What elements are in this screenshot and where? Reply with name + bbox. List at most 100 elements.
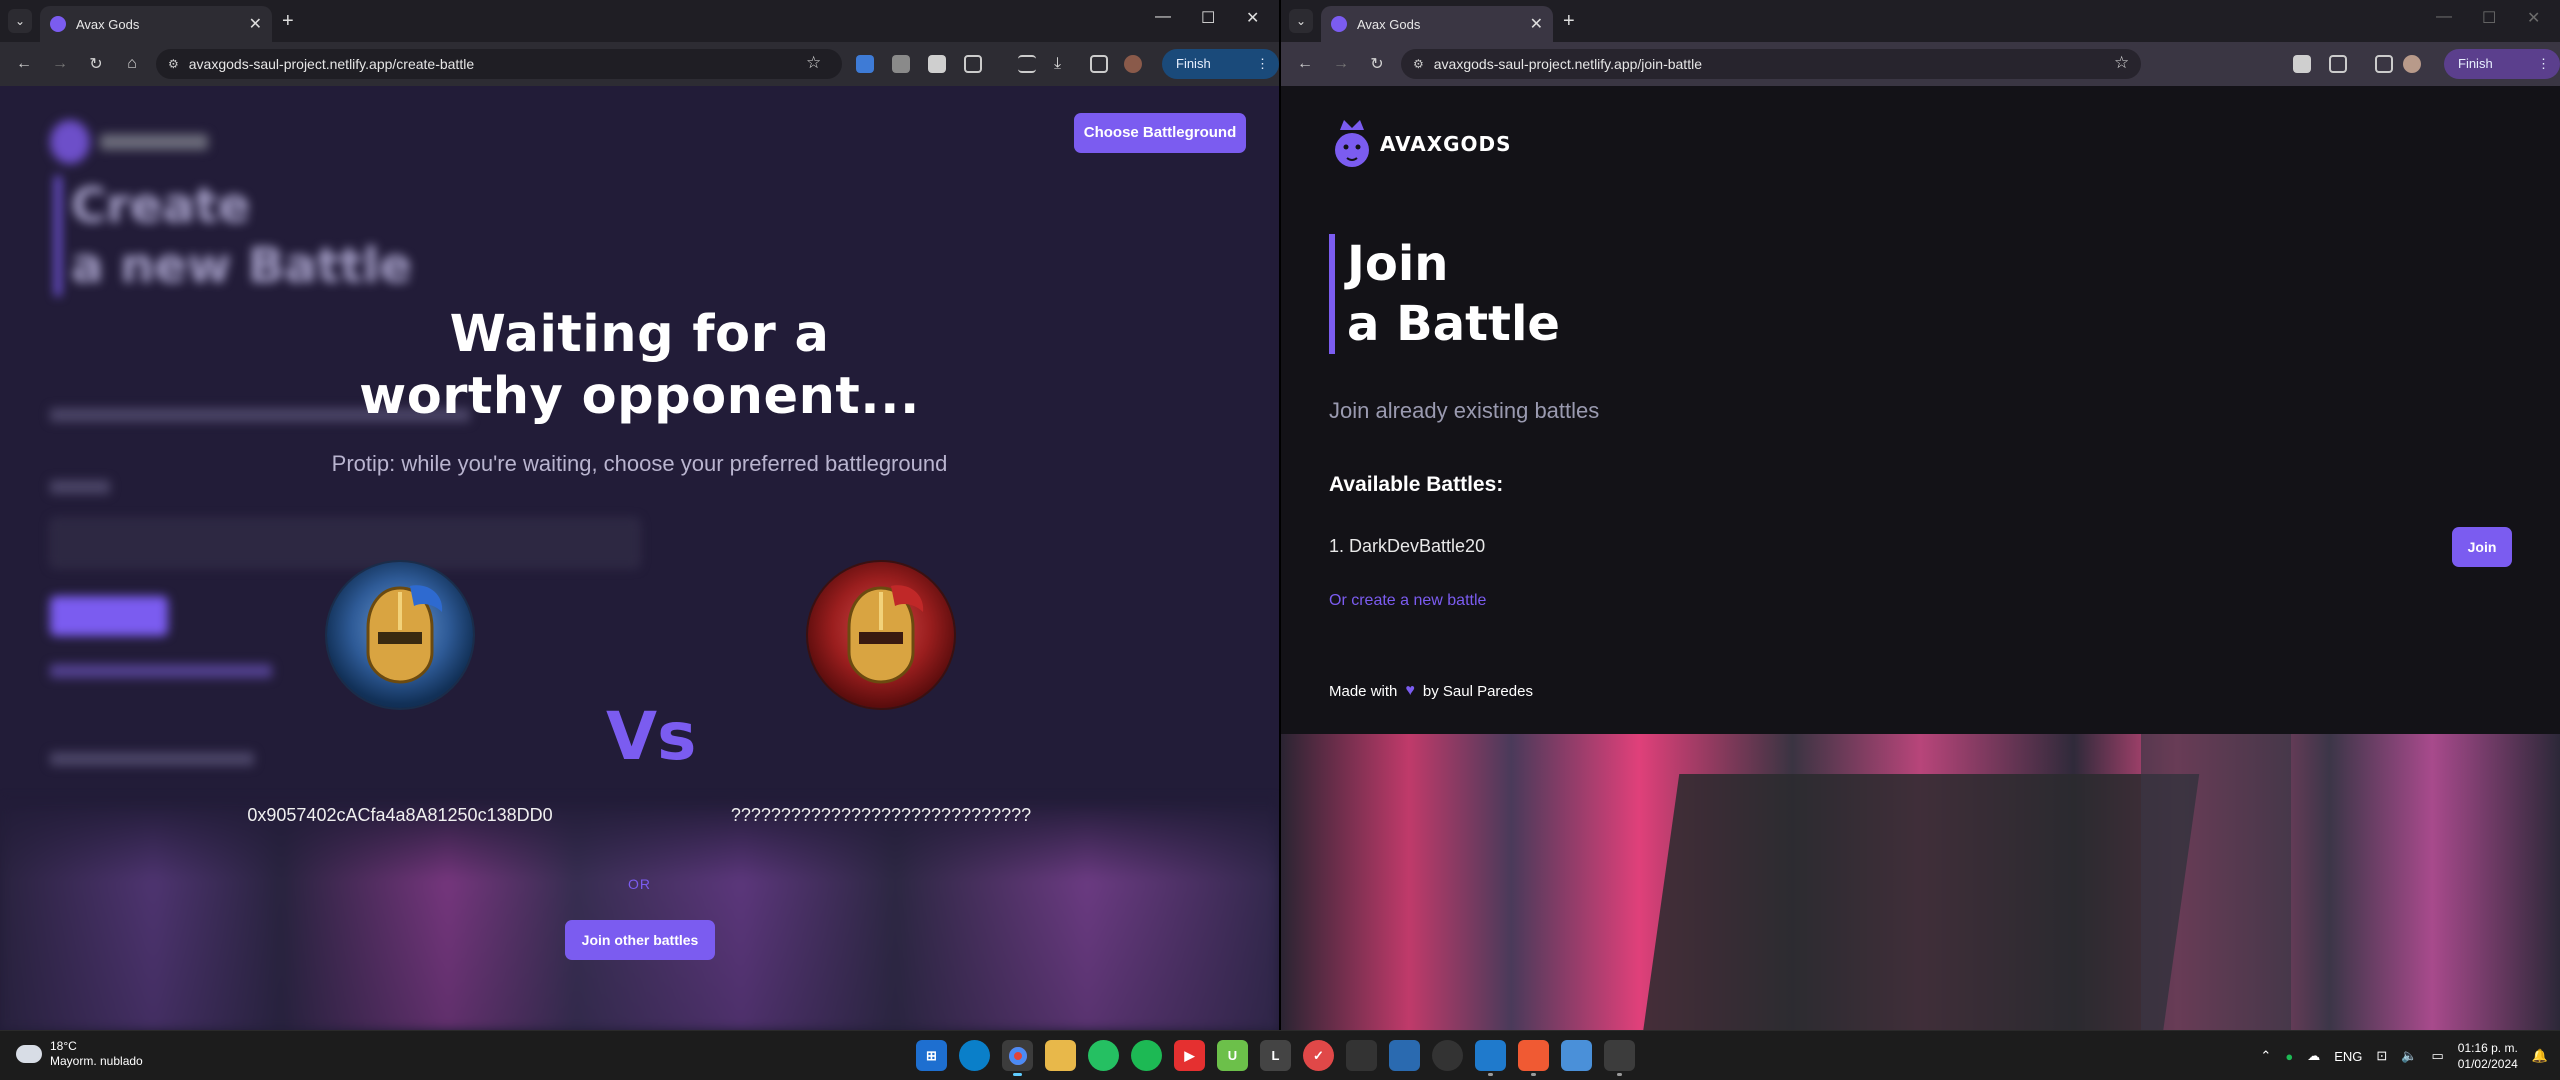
network-icon[interactable]: ⊡: [2376, 1048, 2387, 1064]
whatsapp-icon[interactable]: [1088, 1040, 1119, 1071]
side-panel-icon[interactable]: [2375, 55, 2393, 73]
battery-icon[interactable]: ▭: [2431, 1048, 2443, 1064]
new-tab-icon[interactable]: +: [1563, 10, 1575, 33]
blurred-footer: [50, 752, 254, 766]
blurred-input: [50, 518, 640, 568]
speedometer-icon[interactable]: [1432, 1040, 1463, 1071]
side-panel-icon[interactable]: [1090, 55, 1108, 73]
waiting-title-line2: worthy opponent...: [359, 367, 920, 426]
tab-bar: ⌄ Avax Gods ✕ + — ☐ ✕: [1281, 0, 2560, 42]
address-bar[interactable]: ⚙ avaxgods-saul-project.netlify.app/join…: [1401, 49, 2141, 79]
minimize-icon[interactable]: —: [1155, 8, 1171, 26]
page-viewport: Create a new Battle Choose Battleground …: [0, 86, 1279, 1030]
notification-bell-icon[interactable]: 🔔: [2532, 1048, 2548, 1064]
sublime-icon[interactable]: [1346, 1040, 1377, 1071]
notepad-icon[interactable]: [1561, 1040, 1592, 1071]
tab-search-icon[interactable]: ⌄: [1289, 9, 1313, 33]
app-icon[interactable]: [1389, 1040, 1420, 1071]
chevron-up-icon[interactable]: ⌃: [2260, 1048, 2271, 1064]
vscode-icon[interactable]: [1475, 1040, 1506, 1076]
versus-label: Vs: [606, 698, 697, 775]
spotify-icon[interactable]: [1131, 1040, 1162, 1071]
maximize-icon[interactable]: ☐: [2482, 8, 2496, 28]
finish-update-button[interactable]: Finish update ⋮: [1162, 49, 1279, 101]
new-tab-icon[interactable]: +: [282, 10, 294, 33]
profile-avatar[interactable]: [1124, 55, 1142, 73]
close-tab-icon[interactable]: ✕: [249, 14, 262, 34]
chrome-profile-icon[interactable]: [1604, 1040, 1635, 1076]
todoist-icon[interactable]: ✓: [1303, 1040, 1334, 1071]
app-l-icon[interactable]: L: [1260, 1040, 1291, 1071]
minimize-icon[interactable]: —: [2436, 8, 2452, 26]
lion-crown-logo-icon: [1335, 120, 1369, 167]
menu-dots-icon: ⋮: [2537, 56, 2550, 71]
browser-window-right: ⌄ Avax Gods ✕ + — ☐ ✕ ← → ↻ ⚙ avaxgods-s…: [1281, 0, 2560, 1030]
tab-avax-gods[interactable]: Avax Gods ✕: [40, 6, 272, 42]
forward-icon[interactable]: →: [42, 55, 78, 73]
address-bar[interactable]: ⚙ avaxgods-saul-project.netlify.app/crea…: [156, 49, 842, 79]
maximize-icon[interactable]: ☐: [1201, 8, 1215, 28]
taskbar: 18°C Mayorm. nublado ⊞ ▶ U L ✓ ⌃ ● ☁ ENG…: [0, 1030, 2560, 1080]
chrome-icon[interactable]: [1002, 1040, 1033, 1076]
tab-title: Avax Gods: [1357, 16, 1421, 32]
heart-icon: ♥: [1405, 682, 1415, 699]
tab-search-icon[interactable]: ⌄: [8, 9, 32, 33]
knight-helmet-icon: [847, 585, 924, 684]
avaxgods-logo[interactable]: AVAXGODS: [1332, 118, 1512, 170]
onedrive-icon[interactable]: ☁: [2307, 1048, 2320, 1064]
site-info-icon[interactable]: ⚙: [1413, 57, 1424, 71]
file-explorer-icon[interactable]: [1045, 1040, 1076, 1071]
start-icon[interactable]: ⊞: [916, 1040, 947, 1071]
bookmark-star-icon[interactable]: ☆: [2114, 53, 2129, 73]
join-battle-button[interactable]: Join: [2452, 527, 2512, 567]
weather-description: Mayorm. nublado: [50, 1054, 143, 1068]
youtube-icon[interactable]: ▶: [1174, 1040, 1205, 1071]
clock[interactable]: 01:16 p. m. 01/02/2024: [2458, 1040, 2518, 1072]
bookmark-star-icon[interactable]: ☆: [806, 53, 821, 73]
react-devtools-icon[interactable]: [856, 55, 874, 73]
close-tab-icon[interactable]: ✕: [1530, 14, 1543, 34]
extension-icon[interactable]: [928, 55, 946, 73]
protip-text: Protip: while you're waiting, choose you…: [331, 451, 948, 476]
extension-icon[interactable]: [2293, 55, 2311, 73]
extension-icon[interactable]: [892, 55, 910, 73]
author-text: by Saul Paredes: [1422, 682, 1533, 700]
language-indicator[interactable]: ENG: [2334, 1049, 2362, 1064]
menu-dots-icon: ⋮: [1256, 56, 1269, 71]
weather-temp: 18°C: [50, 1039, 77, 1053]
close-window-icon[interactable]: ✕: [2527, 8, 2540, 28]
back-icon[interactable]: ←: [1287, 55, 1323, 73]
home-icon[interactable]: ⌂: [114, 55, 150, 73]
download-icon[interactable]: ⤓: [1054, 55, 1072, 73]
git-icon[interactable]: [1518, 1040, 1549, 1076]
forward-icon[interactable]: →: [1323, 55, 1359, 73]
close-window-icon[interactable]: ✕: [1246, 8, 1259, 28]
choose-battleground-button[interactable]: Choose Battleground: [1074, 113, 1246, 153]
reload-icon[interactable]: ↻: [78, 54, 114, 74]
extensions-puzzle-icon[interactable]: [2329, 55, 2347, 73]
volume-icon[interactable]: 🔈: [2401, 1048, 2417, 1064]
tab-avax-gods[interactable]: Avax Gods ✕: [1321, 6, 1553, 42]
system-tray: ⌃ ● ☁ ENG ⊡ 🔈 ▭ 01:16 p. m. 01/02/2024 🔔: [2260, 1031, 2548, 1080]
tab-bar: ⌄ Avax Gods ✕ + — ☐ ✕: [0, 0, 1279, 42]
blurred-title-line1: Create: [71, 178, 251, 234]
join-other-battles-button[interactable]: Join other battles: [565, 920, 715, 960]
blurred-label: [50, 480, 110, 494]
create-battle-link[interactable]: Or create a new battle: [1329, 592, 1486, 610]
extensions-puzzle-icon[interactable]: [964, 55, 982, 73]
edge-icon[interactable]: [959, 1040, 990, 1071]
finish-update-button[interactable]: Finish update ⋮: [2444, 49, 2560, 101]
profile-avatar[interactable]: [2403, 55, 2421, 73]
reload-icon[interactable]: ↻: [1359, 54, 1395, 74]
battle-list-item: 1. DarkDevBattle20: [1329, 536, 1486, 556]
reading-list-icon[interactable]: [1018, 55, 1036, 73]
site-info-icon[interactable]: ⚙: [168, 57, 179, 71]
tab-title: Avax Gods: [76, 16, 140, 32]
back-icon[interactable]: ←: [6, 55, 42, 73]
knight-helmet-icon: [366, 585, 443, 684]
taskbar-apps: ⊞ ▶ U L ✓: [916, 1040, 1635, 1076]
weather-widget[interactable]: 18°C Mayorm. nublado: [14, 1039, 143, 1069]
spotify-tray-icon[interactable]: ●: [2285, 1049, 2293, 1064]
partly-cloudy-icon: [14, 1039, 42, 1063]
upwork-icon[interactable]: U: [1217, 1040, 1248, 1071]
